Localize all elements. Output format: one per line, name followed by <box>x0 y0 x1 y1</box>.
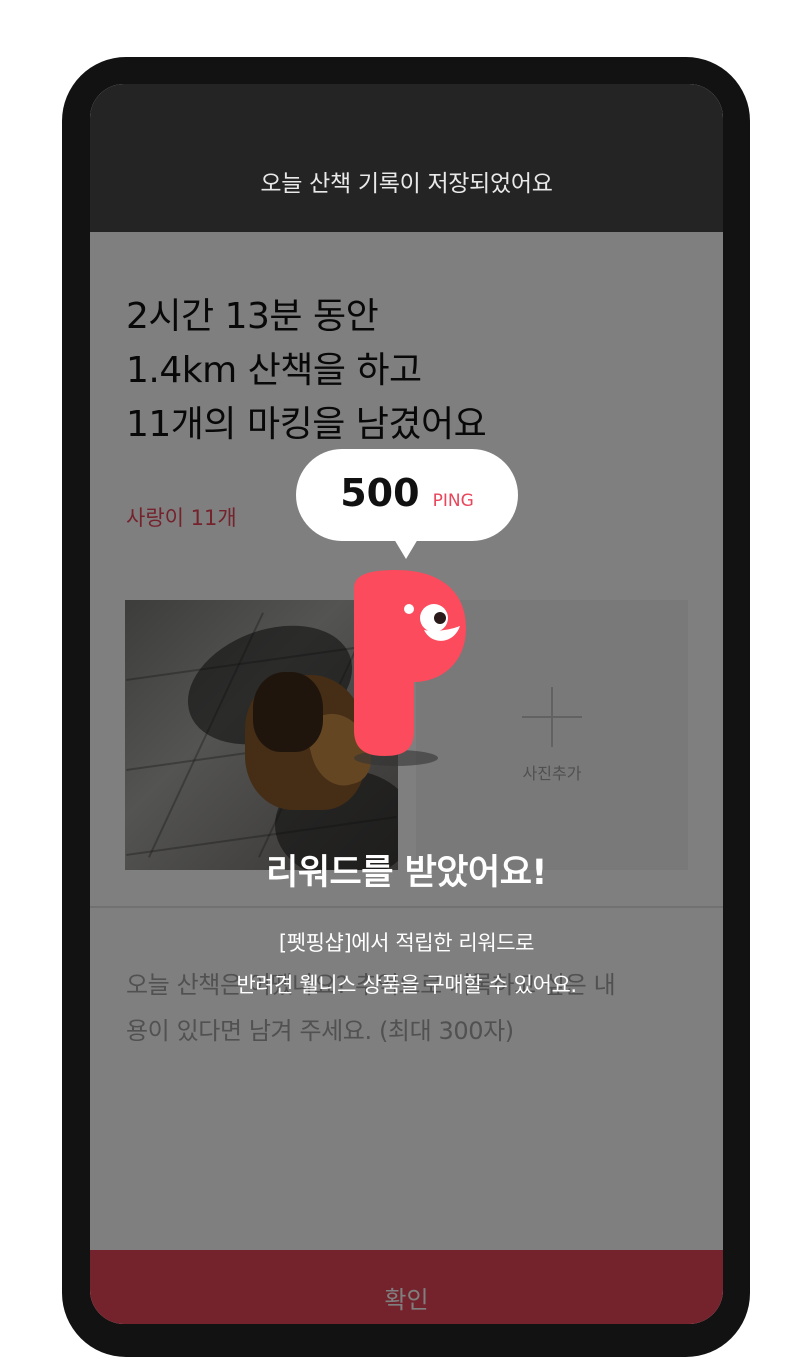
reward-desc-line: [펫핑샵]에서 적립한 리워드로 <box>278 931 535 955</box>
reward-description: [펫핑샵]에서 적립한 리워드로 반려견 웰니스 상품을 구매할 수 있어요. <box>90 922 723 1006</box>
ping-mascot-icon <box>354 570 466 766</box>
bubble-tail <box>394 539 418 559</box>
points-value: 500 <box>340 471 420 515</box>
reward-title: 리워드를 받았어요! <box>266 853 547 893</box>
points-unit: PING <box>432 491 474 511</box>
points-bubble: 500 PING <box>296 449 518 541</box>
top-bar: 오늘 산책 기록이 저장되었어요 <box>90 84 723 232</box>
app-screen: 오늘 산책 기록이 저장되었어요 2시간 13분 동안 1.4km 산책을 하고… <box>90 84 723 1324</box>
reward-modal-overlay[interactable] <box>90 232 723 1324</box>
page-title: 오늘 산책 기록이 저장되었어요 <box>260 171 553 197</box>
reward-desc-line: 반려견 웰니스 상품을 구매할 수 있어요. <box>236 973 577 997</box>
